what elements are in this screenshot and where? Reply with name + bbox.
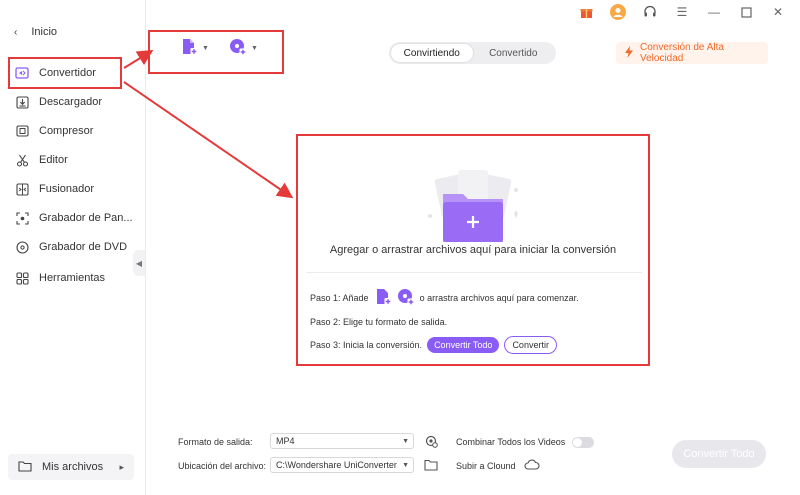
merge-videos-label: Combinar Todos los Videos <box>456 437 566 447</box>
file-location-label: Ubicación del archivo: <box>178 461 267 471</box>
add-file-icon[interactable] <box>374 288 392 308</box>
chevron-right-icon: ▸ <box>119 461 124 472</box>
headset-icon[interactable] <box>642 4 658 20</box>
merge-videos-toggle[interactable] <box>572 437 594 448</box>
chevron-down-icon: ▼ <box>250 45 258 52</box>
upload-cloud-label: Subir a Clound <box>456 461 516 471</box>
add-dvd-button[interactable]: ▼ <box>229 38 258 59</box>
collapse-sidebar-button[interactable]: ◀ <box>133 250 145 276</box>
menu-icon[interactable]: ☰ <box>674 4 690 20</box>
download-icon <box>15 95 29 109</box>
sidebar-item-dvd-burner[interactable]: Grabador de DVD <box>0 236 146 258</box>
step-2: Paso 2: Elige tu formato de salida. <box>310 317 447 327</box>
sidebar-item-editor[interactable]: Editor <box>0 149 146 171</box>
sidebar-item-compressor[interactable]: Compresor <box>0 120 146 142</box>
title-bar: ☰ — ✕ <box>578 4 786 20</box>
file-location-select[interactable]: C:\Wondershare UniConverter ▼ <box>270 457 414 473</box>
gift-icon[interactable] <box>578 4 594 20</box>
convert-all-button[interactable]: Convertir Todo <box>672 440 766 468</box>
back-button[interactable]: ‹ Inicio <box>14 26 57 38</box>
merge-icon <box>15 182 29 196</box>
close-icon[interactable]: ✕ <box>770 4 786 20</box>
convert-all-pill[interactable]: Convertir Todo <box>427 337 500 353</box>
add-files-button[interactable]: ▼ <box>180 38 209 59</box>
sidebar-item-tools[interactable]: Herramientas <box>0 267 146 289</box>
chevron-down-icon: ▼ <box>402 437 409 445</box>
converter-highlight <box>8 57 122 89</box>
compress-icon <box>15 124 29 138</box>
output-format-label: Formato de salida: <box>178 437 253 447</box>
folder-illustration <box>418 166 528 246</box>
divider <box>306 272 642 273</box>
sidebar-item-label: Descargador <box>39 96 102 108</box>
sidebar-item-label: Grabador de Pan... <box>39 212 133 224</box>
back-label: Inicio <box>31 26 58 38</box>
sidebar-item-label: Grabador de DVD <box>39 241 128 253</box>
settings-icon[interactable] <box>424 434 438 451</box>
drop-zone[interactable]: Agregar o arrastrar archivos aquí para i… <box>296 134 650 366</box>
tab-converted[interactable]: Convertido <box>473 44 555 62</box>
high-speed-conversion-button[interactable]: Conversión de Alta Velocidad <box>616 42 768 64</box>
chevron-left-icon: ◀ <box>135 258 143 268</box>
main-panel: ☰ — ✕ ▼ ▼ Convirtiendo Convertido Conver… <box>146 0 800 495</box>
sidebar-item-label: Compresor <box>39 125 94 137</box>
dvd-icon <box>15 240 29 254</box>
maximize-icon[interactable] <box>738 4 754 20</box>
sidebar-item-downloader[interactable]: Descargador <box>0 91 146 113</box>
step-1: Paso 1: Añade o arrastra archivos aquí p… <box>310 288 579 308</box>
output-format-value: MP4 <box>276 436 295 446</box>
convert-pill[interactable]: Convertir <box>504 336 557 354</box>
step-1-suffix: o arrastra archivos aquí para comenzar. <box>419 293 579 303</box>
conversion-tabs: Convirtiendo Convertido <box>389 42 556 64</box>
step-1-prefix: Paso 1: Añade <box>310 293 369 303</box>
step-2-text: Paso 2: Elige tu formato de salida. <box>310 317 448 327</box>
cloud-icon[interactable] <box>524 459 540 474</box>
my-files-button[interactable]: Mis archivos ▸ <box>8 454 134 480</box>
sidebar-item-merger[interactable]: Fusionador <box>0 178 146 200</box>
minimize-icon[interactable]: — <box>706 4 722 20</box>
my-files-label: Mis archivos <box>42 461 104 473</box>
folder-icon[interactable] <box>424 459 438 474</box>
step-3-text: Paso 3: Inicia la conversión. <box>310 340 423 350</box>
drop-zone-instruction: Agregar o arrastrar archivos aquí para i… <box>329 244 617 256</box>
chevron-down-icon: ▼ <box>402 461 409 469</box>
sidebar-item-label: Herramientas <box>39 272 106 284</box>
grid-icon <box>15 271 29 285</box>
chevron-down-icon: ▼ <box>202 45 209 52</box>
lightning-icon <box>624 45 634 61</box>
file-location-value: C:\Wondershare UniConverter <box>276 460 397 470</box>
add-dvd-icon[interactable] <box>397 288 415 308</box>
tab-converting[interactable]: Convirtiendo <box>391 44 473 62</box>
scissors-icon <box>15 153 29 167</box>
folder-icon <box>18 460 32 475</box>
sidebar-item-label: Editor <box>39 154 68 166</box>
step-3: Paso 3: Inicia la conversión. Convertir … <box>310 336 557 354</box>
toolbar: ▼ ▼ <box>180 38 258 59</box>
screen-record-icon <box>15 211 29 225</box>
add-dvd-icon <box>229 38 247 59</box>
bottom-bar: Formato de salida: MP4 ▼ Combinar Todos … <box>146 420 800 495</box>
avatar[interactable] <box>610 4 626 20</box>
sidebar-item-label: Fusionador <box>39 183 95 195</box>
sidebar-item-screen-recorder[interactable]: Grabador de Pan... <box>0 207 146 229</box>
output-format-select[interactable]: MP4 ▼ <box>270 433 414 449</box>
high-speed-label: Conversión de Alta Velocidad <box>640 42 724 64</box>
add-file-icon <box>180 38 198 59</box>
chevron-left-icon: ‹ <box>14 26 18 38</box>
